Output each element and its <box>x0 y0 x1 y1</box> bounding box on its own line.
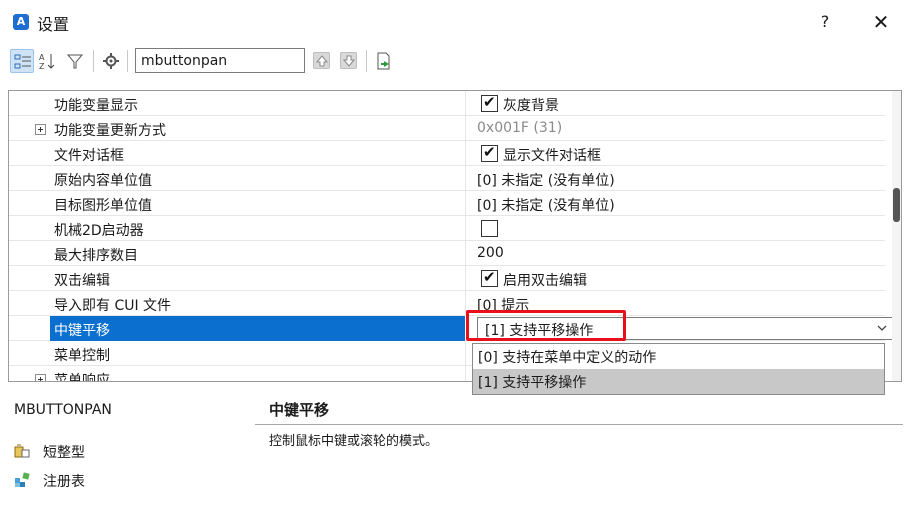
property-label: 最大排序数目 <box>54 248 138 264</box>
settings-gear-icon <box>103 53 119 69</box>
column-divider <box>465 341 466 366</box>
property-value: 启用双击编辑 <box>503 273 587 289</box>
description-divider <box>255 424 903 425</box>
move-down-icon <box>343 55 355 67</box>
property-row[interactable]: 功能变量显示 灰度背景 <box>9 91 885 116</box>
property-label: 导入即有 CUI 文件 <box>54 298 172 314</box>
property-checkbox[interactable] <box>481 220 498 237</box>
toolbar-separator <box>127 50 128 72</box>
property-row[interactable]: 双击编辑 启用双击编辑 <box>9 266 885 291</box>
column-divider <box>465 366 466 381</box>
property-label: 功能变量更新方式 <box>54 123 166 139</box>
description-text: 控制鼠标中键或滚轮的模式。 <box>269 434 439 449</box>
property-grid: 功能变量显示 灰度背景 功能变量更新方式 0x001F (31) 文件对话框 显… <box>8 90 902 382</box>
property-value: [0] 未指定 (没有单位) <box>477 198 615 214</box>
selected-label-cell <box>50 316 465 341</box>
variable-type-label: 短整型 <box>43 445 85 461</box>
property-label: 文件对话框 <box>54 148 124 164</box>
property-label: 菜单控制 <box>54 348 110 364</box>
help-button[interactable]: ? <box>812 10 838 34</box>
toolbar-separator <box>366 50 367 72</box>
property-checkbox[interactable] <box>481 268 498 287</box>
variable-storage-label: 注册表 <box>43 474 85 490</box>
column-divider <box>465 266 466 291</box>
filter-button[interactable] <box>63 49 87 73</box>
settings-button[interactable] <box>99 49 123 73</box>
property-value: 显示文件对话框 <box>503 148 601 164</box>
svg-text:A: A <box>39 53 45 62</box>
property-row[interactable]: 导入即有 CUI 文件 [0] 提示 <box>9 291 885 316</box>
highlight-box <box>466 310 626 341</box>
alphabetical-sort-icon: AZ <box>39 53 55 70</box>
property-row[interactable]: 目标图形单位值 [0] 未指定 (没有单位) <box>9 191 885 216</box>
property-value: [0] 未指定 (没有单位) <box>477 173 615 189</box>
property-label: 原始内容单位值 <box>54 173 152 189</box>
column-divider <box>465 166 466 191</box>
window-title: 设置 <box>37 15 70 34</box>
column-divider <box>465 116 466 141</box>
expand-plus-icon[interactable] <box>35 374 46 381</box>
move-up-button[interactable] <box>313 52 330 69</box>
dropdown-option-hovered[interactable]: [1] 支持平移操作 <box>473 369 884 394</box>
dropdown-option[interactable]: [0] 支持在菜单中定义的动作 <box>473 344 884 369</box>
property-checkbox[interactable] <box>481 93 498 112</box>
toolbar-separator <box>93 50 94 72</box>
property-row-selected[interactable]: 中键平移 [1] 支持平移操作 <box>9 316 893 341</box>
categorized-view-button[interactable] <box>10 49 34 73</box>
data-type-icon <box>14 444 30 458</box>
chevron-down-icon <box>877 325 887 331</box>
vertical-scrollbar[interactable] <box>892 91 901 381</box>
registry-icon <box>15 472 30 487</box>
property-label: 双击编辑 <box>54 273 110 289</box>
property-value: 200 <box>477 245 504 261</box>
property-label: 机械2D启动器 <box>54 223 144 239</box>
expand-plus-icon[interactable] <box>35 124 46 135</box>
property-row[interactable]: 原始内容单位值 [0] 未指定 (没有单位) <box>9 166 885 191</box>
alphabetical-sort-button[interactable]: AZ <box>36 49 60 73</box>
property-row[interactable]: 机械2D启动器 <box>9 216 885 241</box>
property-row[interactable]: 功能变量更新方式 0x001F (31) <box>9 116 885 141</box>
search-input[interactable] <box>135 48 305 73</box>
description-title: 中键平移 <box>269 401 330 419</box>
property-row[interactable]: 最大排序数目 200 <box>9 241 885 266</box>
property-row[interactable]: 文件对话框 显示文件对话框 <box>9 141 885 166</box>
filter-icon <box>66 54 84 69</box>
column-divider <box>465 141 466 166</box>
property-label: 菜单响应 <box>54 373 110 382</box>
property-label: 目标图形单位值 <box>54 198 152 214</box>
svg-text:Z: Z <box>39 62 45 70</box>
combo-dropdown-list: [0] 支持在菜单中定义的动作 [1] 支持平移操作 <box>472 343 885 395</box>
close-button[interactable]: ✕ <box>866 8 896 36</box>
column-divider <box>465 191 466 216</box>
variable-name: MBUTTONPAN <box>14 402 112 418</box>
combo-dropdown-button[interactable] <box>874 320 890 337</box>
scrollbar-thumb[interactable] <box>893 188 900 222</box>
property-value: 灰度背景 <box>503 98 559 114</box>
property-checkbox[interactable] <box>481 143 498 162</box>
app-logo-icon: A <box>13 14 29 30</box>
column-divider <box>465 91 466 116</box>
export-button[interactable] <box>372 49 396 73</box>
move-down-button[interactable] <box>340 52 357 69</box>
column-divider <box>465 216 466 241</box>
property-label: 功能变量显示 <box>54 98 138 114</box>
title-bar: A 设置 ? ✕ <box>0 0 911 44</box>
column-divider <box>465 241 466 266</box>
move-up-icon <box>316 55 328 67</box>
property-label: 中键平移 <box>54 323 110 339</box>
categorized-view-icon <box>14 54 31 69</box>
property-value: 0x001F (31) <box>477 120 563 136</box>
export-icon <box>377 52 390 70</box>
